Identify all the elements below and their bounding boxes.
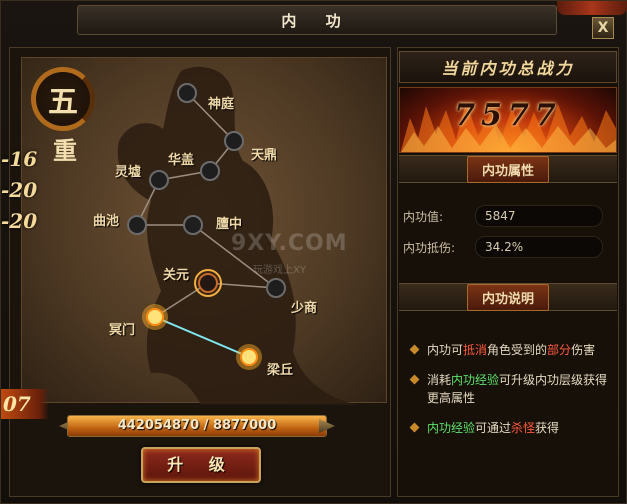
- attribute-label: 内功值:: [403, 210, 444, 224]
- attribute-label: 内功抵伤:: [403, 241, 456, 255]
- node-huagai[interactable]: [200, 161, 220, 181]
- highlighted-term: 部分: [547, 343, 572, 357]
- label-liangqiu: 梁丘: [267, 363, 294, 378]
- label-mingmen: 冥门: [109, 323, 136, 338]
- bullet-diamond-icon: [409, 344, 420, 355]
- tier-emblem: 五: [31, 67, 95, 131]
- watermark-subtext: 玩游戏上XY: [253, 265, 306, 276]
- attribute-value: 34.2%: [475, 236, 603, 258]
- total-power-header: 当前内功总战力: [399, 51, 617, 83]
- upgrade-button[interactable]: 升 级: [141, 447, 261, 483]
- description-text: 角色受到的: [487, 343, 548, 357]
- attributes-title: 内功属性: [466, 155, 549, 183]
- tier-suffix: 重: [53, 136, 77, 165]
- label-tianding: 天鼎: [251, 148, 278, 163]
- node-shaoshang[interactable]: [266, 278, 286, 298]
- description-item: 内功经验可通过杀怪获得: [409, 419, 611, 437]
- attribute-value: 5847: [475, 205, 603, 227]
- total-power-title: 当前内功总战力: [441, 59, 575, 78]
- label-huagai: 华盖: [168, 153, 195, 168]
- label-shenting: 神庭: [208, 97, 235, 112]
- description-text: 可通过: [475, 421, 512, 435]
- node-mingmen[interactable]: [146, 308, 164, 326]
- description-item: 消耗内功经验可升级内功层级获得更高属性: [409, 371, 611, 407]
- points-indicator: 07: [1, 389, 49, 419]
- description-section-header: 内功说明: [399, 283, 617, 311]
- highlighted-term: 杀怪: [511, 421, 536, 435]
- side-stat-2: -20: [1, 178, 38, 202]
- tier-rank: 五: [48, 85, 78, 120]
- description-text: 内功可: [427, 343, 464, 357]
- inner-power-window: 内 功 X 神庭 天鼎 华盖 灵墟 曲池 膻中 关元 少商 冥门 梁丘 9XY.…: [0, 0, 627, 504]
- label-tanzhong: 膻中: [216, 217, 243, 232]
- side-stat-3: -20: [1, 209, 38, 233]
- node-liangqiu[interactable]: [240, 348, 258, 366]
- node-shenting[interactable]: [177, 83, 197, 103]
- description-title: 内功说明: [466, 283, 549, 311]
- experience-text: 442054870 / 8877000: [117, 418, 277, 433]
- node-lingxu[interactable]: [149, 170, 169, 190]
- total-power-display: 7577: [399, 87, 617, 153]
- highlighted-term: 内功经验: [451, 373, 500, 387]
- description-text: 伤害: [571, 343, 596, 357]
- attribute-row-damage-reduction: 内功抵伤: 34.2%: [403, 236, 613, 258]
- highlighted-term: 抵消: [463, 343, 488, 357]
- label-lingxu: 灵墟: [115, 165, 142, 180]
- description-text: 获得: [535, 421, 560, 435]
- description-list: 内功可抵消角色受到的部分伤害 消耗内功经验可升级内功层级获得更高属性 内功经验可通过…: [409, 341, 611, 449]
- attributes-section-header: 内功属性: [399, 155, 617, 183]
- attribute-row-power: 内功值: 5847: [403, 205, 613, 227]
- label-guanyuan: 关元: [163, 268, 190, 283]
- label-shaoshang: 少商: [291, 301, 318, 316]
- description-text: 消耗: [427, 373, 452, 387]
- experience-bar: 442054870 / 8877000: [67, 415, 327, 437]
- node-tanzhong[interactable]: [183, 215, 203, 235]
- total-power-value: 7577: [454, 98, 562, 133]
- node-quchi[interactable]: [127, 215, 147, 235]
- highlighted-term: 内功经验: [427, 421, 476, 435]
- bullet-diamond-icon: [409, 422, 420, 433]
- node-tianding[interactable]: [224, 131, 244, 151]
- node-guanyuan[interactable]: [198, 273, 218, 293]
- description-item: 内功可抵消角色受到的部分伤害: [409, 341, 611, 359]
- watermark: 9XY.COM: [231, 231, 348, 256]
- label-quchi: 曲池: [93, 214, 120, 229]
- side-stat-1: -16: [1, 147, 38, 171]
- bullet-diamond-icon: [409, 374, 420, 385]
